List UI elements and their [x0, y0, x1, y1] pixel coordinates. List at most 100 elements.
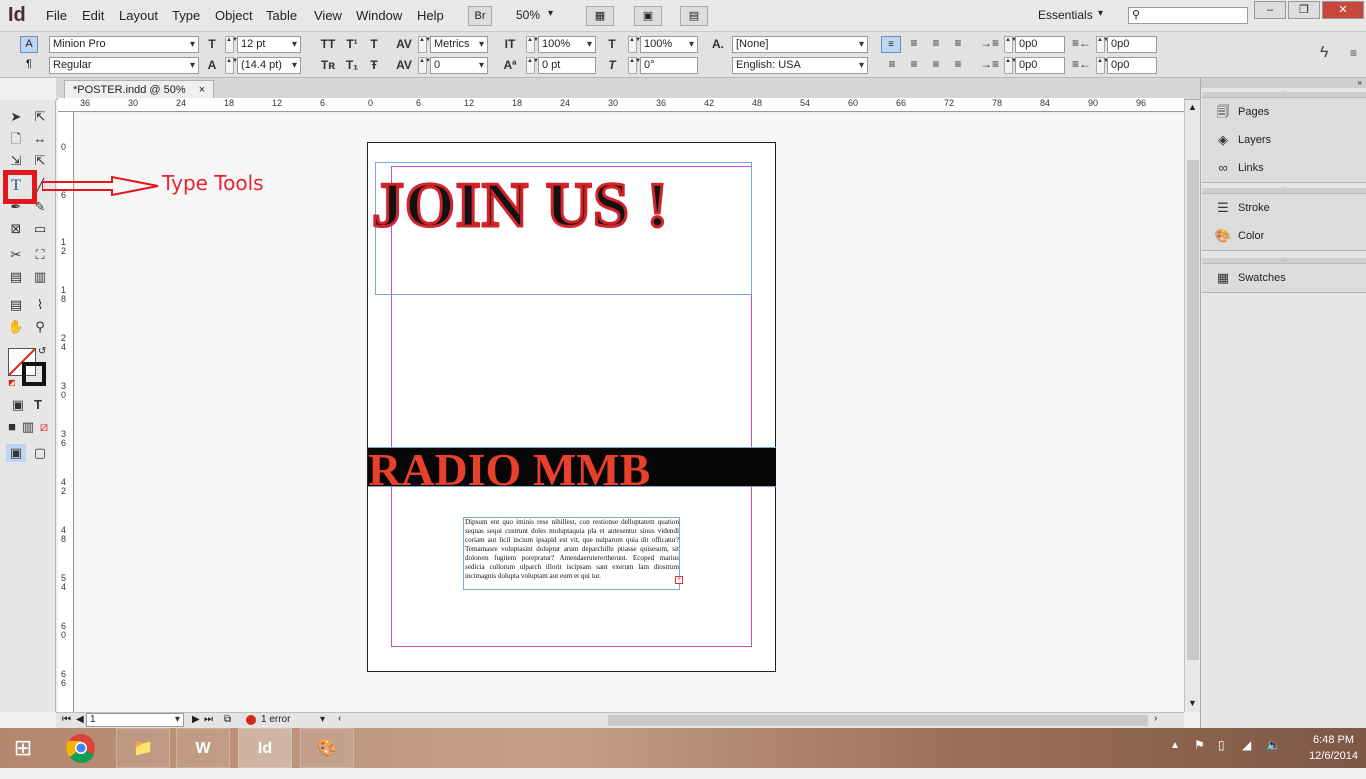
paint-icon[interactable]: 🎨 [300, 728, 354, 768]
font-family-select[interactable]: Minion Pro [49, 36, 199, 53]
vertical-ruler[interactable]: 0 6 1 2 1 8 2 4 3 0 3 6 4 2 4 8 5 4 6 0 … [58, 112, 74, 712]
leading-field[interactable]: (14.4 pt) [237, 57, 301, 74]
skew-stepper[interactable]: ▲▼ [628, 57, 641, 74]
superscript-icon[interactable]: T¹ [344, 37, 360, 51]
page-tool-icon[interactable]: 🗋 [6, 130, 26, 148]
quick-apply-icon[interactable]: ϟ [1320, 44, 1328, 62]
paragraph-formatting-icon[interactable]: ¶ [20, 57, 38, 74]
first-page-icon[interactable]: ⏮ [62, 714, 71, 725]
previous-page-icon[interactable]: ◀ [76, 714, 84, 725]
font-style-select[interactable]: Regular [49, 57, 199, 74]
horizontal-ruler[interactable]: 36 30 24 18 12 6 0 6 12 18 24 30 36 42 4… [58, 98, 1184, 112]
tracking-field[interactable]: 0 [430, 57, 488, 74]
content-collector-icon[interactable]: ⇲ [6, 152, 26, 170]
vertical-scale-field[interactable]: 100% [538, 36, 596, 53]
panel-links[interactable]: ∞ Links [1202, 154, 1366, 182]
leading-stepper[interactable]: ▲▼ [225, 57, 238, 74]
menu-type[interactable]: Type [172, 8, 200, 23]
network-icon[interactable]: ◢ [1242, 738, 1251, 752]
align-center-icon[interactable]: ≡ [906, 36, 922, 50]
file-explorer-icon[interactable]: 📁 [116, 728, 170, 768]
character-formatting-icon[interactable]: A [20, 36, 38, 53]
left-indent-field[interactable]: 0p0 [1015, 36, 1065, 53]
windows-start-icon[interactable]: ⊞ [8, 734, 38, 762]
horizontal-scale-field[interactable]: 100% [640, 36, 698, 53]
chevron-down-icon[interactable]: ▾ [548, 8, 553, 19]
right-indent-stepper[interactable]: ▲▼ [1096, 36, 1109, 53]
stroke-swatch[interactable] [22, 362, 46, 386]
chevron-down-icon[interactable]: ▾ [320, 714, 325, 725]
preflight-status[interactable]: 1 error [261, 714, 290, 725]
first-line-indent-stepper[interactable]: ▲▼ [1004, 57, 1017, 74]
menu-edit[interactable]: Edit [82, 8, 104, 23]
vertical-scale-stepper[interactable]: ▲▼ [526, 36, 539, 53]
show-hidden-icons[interactable]: ▲ [1170, 740, 1180, 751]
kerning-field[interactable]: Metrics [430, 36, 488, 53]
font-size-field[interactable]: 12 pt [237, 36, 301, 53]
scroll-right-icon[interactable]: › [1154, 713, 1157, 724]
document-tab[interactable]: *POSTER.indd @ 50% × [64, 80, 215, 100]
content-placer-icon[interactable]: ⇱ [30, 152, 50, 170]
gap-tool-icon[interactable]: ↔ [30, 130, 50, 148]
banner-title[interactable]: RADIO MMB [368, 443, 650, 496]
all-caps-icon[interactable]: TT [320, 37, 336, 51]
workspace-switcher[interactable]: Essentials [1038, 8, 1093, 22]
zoom-tool-icon[interactable]: ⚲ [30, 318, 50, 336]
action-center-icon[interactable]: ⚑ [1194, 738, 1205, 752]
hand-tool-icon[interactable]: ✋ [6, 318, 26, 336]
justify-right-icon[interactable]: ≡ [906, 57, 922, 71]
preview-mode-icon[interactable]: ▢ [30, 444, 50, 462]
direct-selection-tool-icon[interactable]: ⇱ [30, 108, 50, 126]
apply-none-icon[interactable]: ⧄ [34, 418, 54, 436]
kerning-stepper[interactable]: ▲▼ [418, 36, 431, 53]
zoom-level[interactable]: 50% [516, 8, 540, 22]
gradient-swatch-tool-icon[interactable]: ▤ [6, 268, 26, 286]
menu-file[interactable]: File [46, 8, 67, 23]
normal-view-icon[interactable]: ▣ [6, 444, 26, 462]
formatting-text-icon[interactable]: T [28, 396, 48, 414]
close-tab-icon[interactable]: × [199, 84, 205, 96]
screen-mode-icon[interactable]: ▣ [634, 6, 662, 26]
free-transform-tool-icon[interactable]: ⛶ [30, 246, 50, 264]
panel-color[interactable]: 🎨 Color [1202, 222, 1366, 250]
language-select[interactable]: English: USA [732, 57, 868, 74]
first-line-indent-field[interactable]: 0p0 [1015, 57, 1065, 74]
menu-table[interactable]: Table [266, 8, 297, 23]
align-spine-icon[interactable]: ≡ [950, 57, 966, 71]
small-caps-icon[interactable]: Tʀ [320, 58, 336, 72]
search-input[interactable]: ⚲ [1128, 7, 1248, 24]
collapse-dock-icon[interactable]: » [1201, 78, 1366, 88]
menu-object[interactable]: Object [215, 8, 253, 23]
panel-swatches[interactable]: ▦ Swatches [1202, 264, 1366, 292]
justify-all-icon[interactable]: ≡ [928, 57, 944, 71]
align-right-icon[interactable]: ≡ [928, 36, 944, 50]
body-text[interactable]: Dipsum ent quo iminis rese nihillest, co… [465, 518, 679, 581]
menu-window[interactable]: Window [356, 8, 402, 23]
justify-left-icon[interactable]: ≡ [950, 36, 966, 50]
poster-headline[interactable]: JOIN US ! [370, 168, 669, 242]
system-clock[interactable]: 6:48 PM 12/6/2014 [1309, 732, 1358, 764]
subscript-icon[interactable]: T₁ [344, 58, 360, 72]
minimize-button[interactable]: – [1254, 1, 1286, 19]
close-button[interactable]: ✕ [1322, 1, 1364, 19]
horizontal-scroll-thumb[interactable] [608, 715, 1148, 726]
right-indent-field[interactable]: 0p0 [1107, 36, 1157, 53]
chevron-down-icon[interactable]: ▾ [1098, 8, 1103, 19]
menu-view[interactable]: View [314, 8, 342, 23]
overset-text-icon[interactable]: + [675, 576, 683, 584]
panel-stroke[interactable]: ☰ Stroke [1202, 194, 1366, 222]
panel-menu-icon[interactable]: ≡ [1350, 46, 1357, 60]
next-page-icon[interactable]: ▶ [192, 714, 200, 725]
formatting-container-icon[interactable]: ▣ [8, 396, 28, 414]
indesign-icon[interactable]: Id [238, 728, 292, 768]
view-options-icon[interactable]: ▦ [586, 6, 614, 26]
bridge-button[interactable]: Br [468, 6, 492, 26]
page-number-field[interactable]: 1 [86, 713, 184, 727]
rectangle-tool-icon[interactable]: ▭ [30, 220, 50, 238]
rectangle-frame-tool-icon[interactable]: ⊠ [6, 220, 26, 238]
scroll-down-icon[interactable]: ▼ [1188, 698, 1197, 708]
eyedropper-tool-icon[interactable]: ⌇ [30, 296, 50, 314]
scroll-left-icon[interactable]: ‹ [338, 713, 341, 724]
restore-button[interactable]: ❐ [1288, 1, 1320, 19]
horizontal-scale-stepper[interactable]: ▲▼ [628, 36, 641, 53]
